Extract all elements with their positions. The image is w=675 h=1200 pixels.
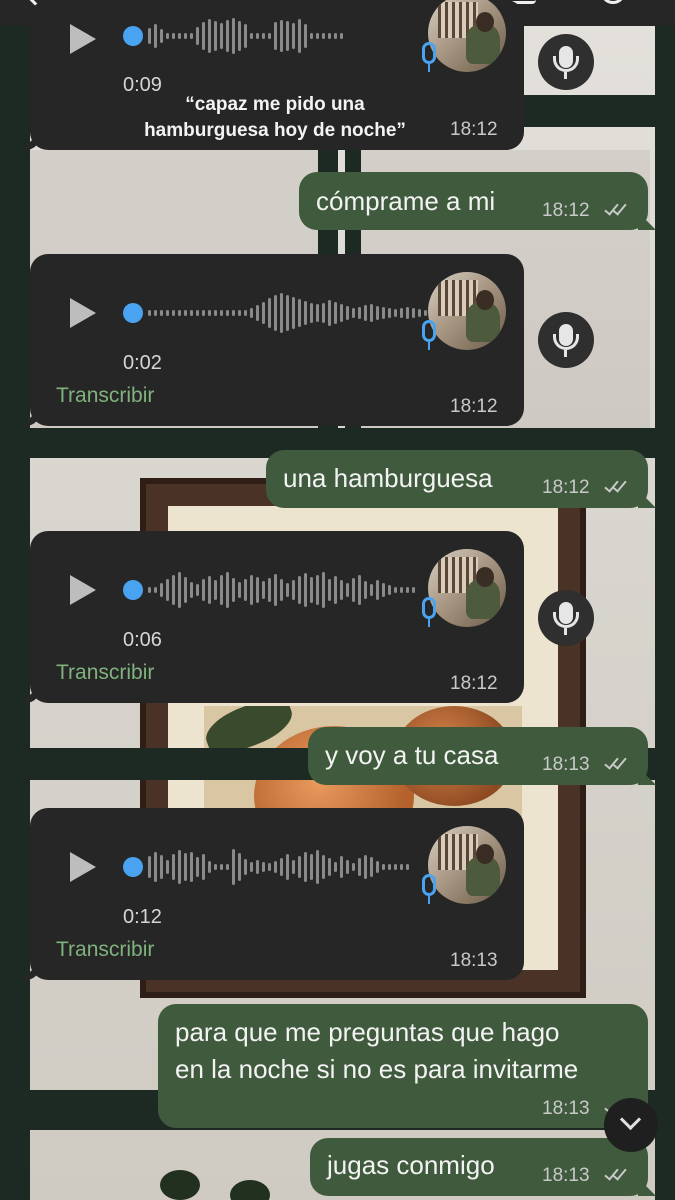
outgoing-message[interactable]: para que me preguntas que hago en la noc… (158, 1004, 648, 1128)
microphone-icon (422, 42, 436, 72)
voice-message[interactable]: 0:06 Transcribir 18:12 (30, 531, 524, 703)
transcribe-link[interactable]: Transcribir (56, 384, 154, 408)
message-text-line: para que me preguntas que hago (175, 1017, 560, 1047)
voice-duration: 0:12 (123, 906, 162, 928)
playback-knob[interactable] (123, 26, 143, 46)
microphone-icon (422, 597, 436, 627)
message-time: 18:13 (542, 1098, 590, 1119)
microphone-icon (422, 874, 436, 904)
double-check-icon (604, 1165, 632, 1182)
double-check-icon (604, 200, 632, 217)
message-text: cómprame a mi (316, 186, 496, 216)
voice-waveform[interactable] (148, 845, 409, 889)
message-time: 18:12 (450, 673, 498, 694)
message-time: 18:13 (542, 754, 590, 775)
message-time: 18:12 (542, 477, 590, 498)
message-time: 18:12 (542, 200, 590, 221)
voice-transcript: “capaz me pido una hamburguesa hoy de no… (144, 94, 406, 141)
transcribe-mic-button[interactable] (538, 312, 594, 368)
message-time: 18:12 (450, 396, 498, 417)
message-text: y voy a tu casa (325, 740, 499, 770)
playback-knob[interactable] (123, 857, 143, 877)
voice-waveform[interactable] (148, 14, 343, 58)
sender-avatar (428, 272, 506, 350)
sender-avatar (428, 549, 506, 627)
playback-knob[interactable] (123, 580, 143, 600)
transcribe-mic-button[interactable] (538, 34, 594, 90)
outgoing-message[interactable]: y voy a tu casa 18:13 (308, 727, 648, 785)
message-time: 18:13 (542, 1165, 590, 1186)
double-check-icon (604, 754, 632, 771)
voice-duration: 0:02 (123, 352, 162, 374)
voice-waveform[interactable] (148, 568, 415, 612)
message-time: 18:13 (450, 950, 498, 971)
play-icon[interactable] (70, 575, 96, 605)
outgoing-message[interactable]: cómprame a mi 18:12 (299, 172, 648, 230)
transcribe-link[interactable]: Transcribir (56, 938, 154, 962)
sender-avatar (428, 826, 506, 904)
chevron-down-icon (619, 1108, 642, 1131)
voice-message[interactable]: 0:09 “capaz me pido una hamburguesa hoy … (30, 0, 524, 150)
outgoing-message[interactable]: una hamburguesa 18:12 (266, 450, 648, 508)
double-check-icon (604, 477, 632, 494)
playback-knob[interactable] (123, 303, 143, 323)
message-text-line: en la noche si no es para invitarme (175, 1054, 579, 1084)
sender-avatar (428, 0, 506, 72)
voice-duration: 0:06 (123, 629, 162, 651)
transcribe-link[interactable]: Transcribir (56, 661, 154, 685)
message-text: jugas conmigo (327, 1150, 495, 1180)
voice-message[interactable]: 0:12 Transcribir 18:13 (30, 808, 524, 980)
transcribe-mic-button[interactable] (538, 590, 594, 646)
play-icon[interactable] (70, 298, 96, 328)
message-text: una hamburguesa (283, 463, 493, 493)
scroll-to-bottom-button[interactable] (604, 1098, 658, 1152)
voice-waveform[interactable] (148, 291, 427, 335)
voice-message[interactable]: 0:02 Transcribir 18:12 (30, 254, 524, 426)
play-icon[interactable] (70, 24, 96, 54)
message-time: 18:12 (450, 119, 498, 140)
microphone-icon (422, 320, 436, 350)
phone-call-icon[interactable] (602, 0, 624, 4)
play-icon[interactable] (70, 852, 96, 882)
outgoing-message[interactable]: jugas conmigo 18:13 (310, 1138, 648, 1196)
